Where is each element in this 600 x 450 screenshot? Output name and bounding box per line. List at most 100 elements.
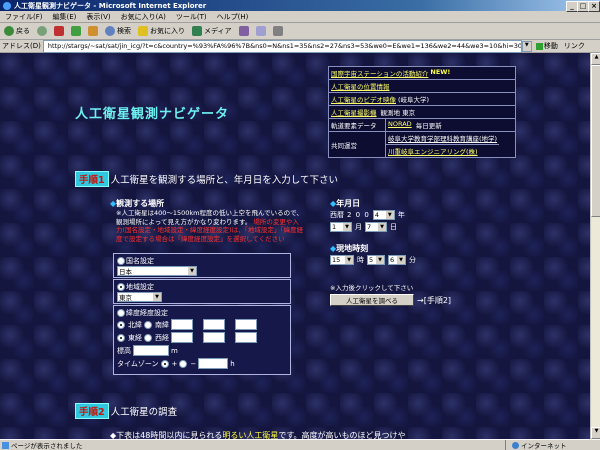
menu-file[interactable]: ファイル(F) — [0, 12, 48, 22]
page-done-icon — [2, 441, 9, 449]
hour-select[interactable]: 15 ▼ — [330, 255, 354, 265]
date-row-md: 1 ▼ 月 7 ▼ 日 — [330, 222, 397, 232]
page-content: 人工衛星観測ナビゲータ 国際宇宙ステーションの活動紹介 NEW! 人工衛星の位置… — [0, 53, 590, 439]
camera-link[interactable]: 人工衛星撮影機 — [329, 106, 379, 118]
address-dropdown-icon[interactable]: ▼ — [521, 40, 532, 52]
stop-button[interactable] — [52, 26, 66, 36]
step1-header: 手順1 人工衛星を観測する場所と、年月日を入力して下さい — [75, 171, 338, 187]
info-row-orbit: 軌道要素データ NORAD 毎日更新 — [329, 118, 515, 131]
position-link[interactable]: 人工衛星の位置情報 — [329, 80, 392, 92]
gifu-univ-link[interactable]: 岐阜大学教育学部理科教育講座(地学) — [386, 132, 500, 145]
region-select[interactable]: 東京 ▼ — [117, 292, 162, 302]
lon-sec-input[interactable] — [235, 332, 257, 343]
tz-minus-radio[interactable] — [179, 359, 188, 368]
country-select[interactable]: 日本 ▼ — [117, 266, 197, 276]
home-button[interactable] — [86, 26, 100, 36]
globe-icon — [512, 441, 519, 449]
lat-min-input[interactable] — [203, 319, 225, 330]
address-input[interactable]: http://stargs/~sat/sat/jin_icg/?t=c&coun… — [42, 39, 522, 53]
region-panel: 地域設定 東京 ▼ — [113, 279, 291, 304]
north-radio[interactable] — [117, 320, 125, 329]
mail-button[interactable] — [254, 26, 268, 36]
print-button[interactable] — [271, 26, 285, 36]
step2-header: 手順2 人工衛星の調査 — [75, 403, 177, 419]
chevron-down-icon: ▼ — [153, 293, 161, 301]
menu-edit[interactable]: 編集(E) — [48, 12, 82, 22]
step2-link[interactable]: →[手順2] — [417, 295, 451, 306]
south-radio[interactable] — [144, 320, 152, 329]
info-row-camera: 人工衛星撮影機 観測地 東京 — [329, 105, 515, 118]
tz-plus-radio[interactable] — [160, 359, 169, 368]
chevron-down-icon: ▼ — [378, 223, 386, 231]
back-arrow-icon — [4, 26, 14, 36]
time-heading: 現地時刻 — [330, 243, 368, 254]
day-select[interactable]: 7 ▼ — [365, 222, 387, 232]
toolbar: 戻る 検索 お気に入り メディア — [0, 23, 600, 40]
media-button[interactable]: メディア — [190, 26, 234, 36]
zone-panel: インターネット — [505, 440, 567, 450]
iss-link[interactable]: 国際宇宙ステーションの活動紹介 — [329, 67, 430, 79]
west-radio[interactable] — [144, 333, 152, 342]
scroll-up-button[interactable]: ▲ — [591, 53, 600, 65]
lon-min-input[interactable] — [203, 332, 225, 343]
menu-favorites[interactable]: お気に入り(A) — [116, 12, 171, 22]
chevron-down-icon: ▼ — [397, 256, 405, 264]
country-radio[interactable] — [117, 257, 125, 265]
norad-link[interactable]: NORAD — [386, 119, 414, 131]
video-link[interactable]: 人工衛星のビデオ映像 — [329, 93, 398, 105]
address-bar: アドレス(D) http://stargs/~sat/sat/jin_icg/?… — [0, 39, 600, 53]
scroll-thumb[interactable] — [591, 65, 600, 217]
info-row-video: 人工衛星のビデオ映像 (岐阜大学) — [329, 92, 515, 105]
address-label: アドレス(D) — [2, 42, 41, 50]
search-satellite-button[interactable]: 人工衛星を調べる — [330, 294, 414, 306]
step1-badge: 手順1 — [75, 171, 109, 187]
lat-deg-input[interactable] — [171, 319, 193, 330]
mail-icon — [255, 26, 266, 36]
latlon-panel: 緯度経度設定 北緯 南緯 東経 西経 標高 m タイムゾーン + − h — [113, 305, 291, 375]
info-table: 国際宇宙ステーションの活動紹介 NEW! 人工衛星の位置情報 人工衛星のビデオ映… — [328, 66, 516, 158]
scroll-down-button[interactable]: ▼ — [591, 427, 600, 439]
menu-view[interactable]: 表示(V) — [81, 12, 115, 22]
history-button[interactable] — [237, 26, 251, 36]
latlon-radio[interactable] — [117, 309, 125, 317]
year-digits: 2 0 0 — [347, 211, 370, 219]
year-select[interactable]: 4 ▼ — [372, 210, 395, 220]
east-radio[interactable] — [117, 333, 125, 342]
place-note: ※人工衛星は400～1500km程度の低い上空を飛んでいるので、観測場所によって… — [116, 209, 304, 243]
page-title: 人工衛星観測ナビゲータ — [75, 107, 230, 122]
chevron-down-icon: ▼ — [385, 211, 394, 219]
country-panel: 国名設定 日本 ▼ — [113, 253, 291, 278]
kawaju-link[interactable]: 川重岐阜エンジニアリング(株) — [386, 145, 499, 157]
lat-sec-input[interactable] — [235, 319, 257, 330]
back-button[interactable]: 戻る — [2, 26, 32, 36]
title-bar: 人工衛星観測ナビゲータ - Microsoft Internet Explore… — [0, 0, 600, 12]
timezone-input[interactable] — [198, 358, 229, 369]
chevron-down-icon: ▼ — [343, 223, 351, 231]
vertical-scrollbar[interactable]: ▲ ▼ — [590, 53, 600, 439]
links-button[interactable]: リンク — [564, 41, 585, 51]
step2-description: ◆下表は48時間以内に見られる明るい人工衛星です。高度が高いものほど見つけや — [110, 431, 406, 439]
altitude-input[interactable] — [133, 345, 169, 356]
lon-deg-input[interactable] — [171, 332, 193, 343]
url-text: http://stargs/~sat/sat/jin_icg/?t=c&coun… — [47, 42, 522, 50]
printer-icon — [272, 26, 283, 36]
minute-tens-select[interactable]: 5 ▼ — [367, 255, 385, 265]
month-select[interactable]: 1 ▼ — [330, 222, 352, 232]
history-icon — [238, 26, 249, 36]
go-button[interactable]: 移動 — [535, 41, 558, 51]
search-icon — [105, 26, 115, 36]
submit-note: ※入力後クリックして下さい — [330, 284, 414, 292]
forward-arrow-icon — [37, 26, 47, 36]
minute-ones-select[interactable]: 6 ▼ — [388, 255, 406, 265]
status-text: ページが表示されました — [11, 442, 83, 450]
refresh-icon — [71, 26, 81, 36]
menu-help[interactable]: ヘルプ(H) — [212, 12, 254, 22]
search-button[interactable]: 検索 — [103, 26, 133, 36]
forward-button[interactable] — [35, 26, 49, 36]
go-arrow-icon — [535, 42, 543, 50]
refresh-button[interactable] — [69, 26, 83, 36]
favorites-button[interactable]: お気に入り — [136, 26, 187, 36]
submit-row: 人工衛星を調べる →[手順2] — [330, 294, 451, 306]
region-radio[interactable] — [117, 283, 125, 291]
menu-tools[interactable]: ツール(T) — [171, 12, 212, 22]
